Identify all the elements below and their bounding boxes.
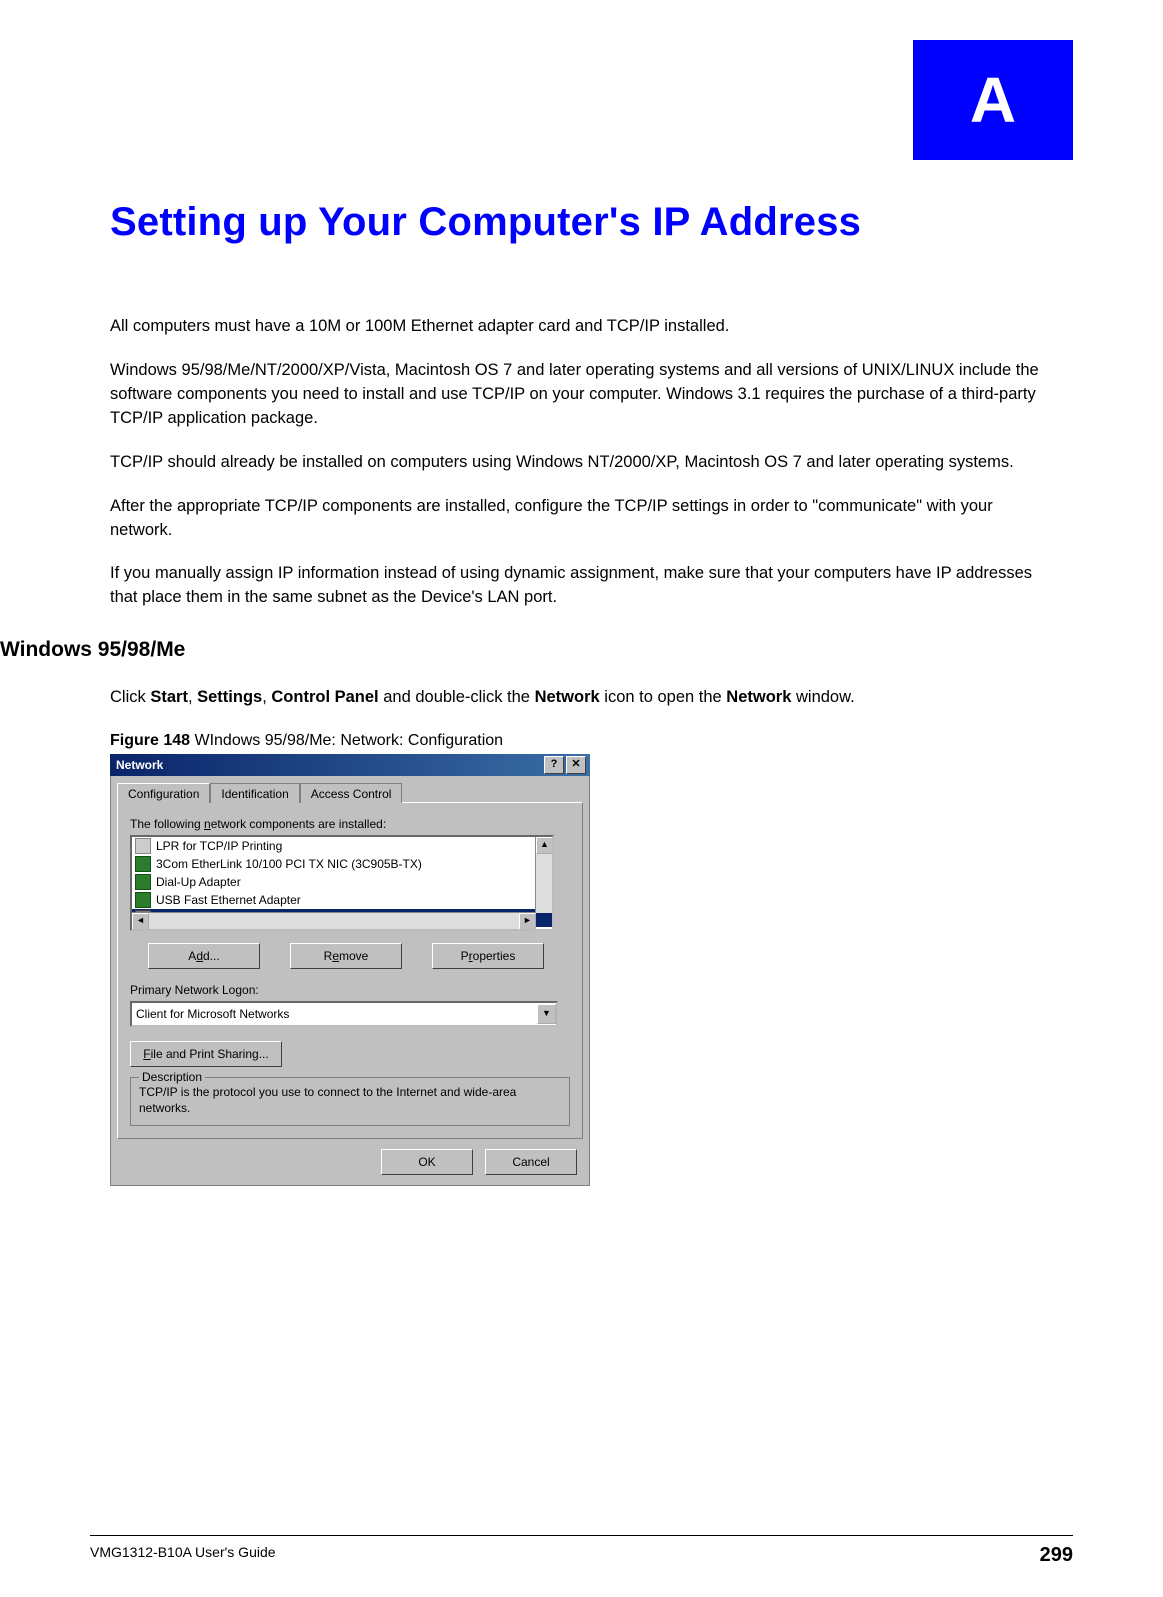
vertical-scrollbar[interactable]: ▲ xyxy=(535,837,552,913)
dropdown-value: Client for Microsoft Networks xyxy=(136,1007,289,1021)
properties-button[interactable]: Properties xyxy=(432,943,544,969)
paragraph-1: All computers must have a 10M or 100M Et… xyxy=(110,315,1053,339)
scroll-up-button[interactable]: ▲ xyxy=(536,837,553,854)
printer-service-icon xyxy=(135,838,151,854)
section-heading: Windows 95/98/Me xyxy=(0,638,1053,662)
tab-access-control[interactable]: Access Control xyxy=(300,783,403,803)
dialog-body: Configuration Identification Access Cont… xyxy=(110,776,590,1185)
text: operties xyxy=(473,949,516,963)
tab-identification[interactable]: Identification xyxy=(210,783,299,803)
text: The following xyxy=(130,817,204,831)
text: P xyxy=(461,949,469,963)
cancel-button[interactable]: Cancel xyxy=(485,1149,577,1175)
network-adapter-icon xyxy=(135,856,151,872)
bold-start: Start xyxy=(150,688,188,706)
text: d... xyxy=(203,949,220,963)
figure-caption: Figure 148 WIndows 95/98/Me: Network: Co… xyxy=(110,732,1053,750)
network-dialog: Network ? ✕ Configuration Identification… xyxy=(110,754,590,1185)
text: Click xyxy=(110,688,150,706)
configuration-panel: The following network components are ins… xyxy=(117,802,583,1138)
list-item[interactable]: USB Fast Ethernet Adapter xyxy=(132,891,552,909)
close-button[interactable]: ✕ xyxy=(566,756,586,774)
body-text: All computers must have a 10M or 100M Et… xyxy=(110,315,1053,610)
text: icon to open the xyxy=(600,688,727,706)
text: R xyxy=(324,949,333,963)
description-group: Description TCP/IP is the protocol you u… xyxy=(130,1077,570,1125)
installed-components-label: The following network components are ins… xyxy=(130,817,570,831)
add-button[interactable]: Add... xyxy=(148,943,260,969)
text: window. xyxy=(791,688,854,706)
appendix-letter: A xyxy=(970,63,1016,137)
tab-strip: Configuration Identification Access Cont… xyxy=(117,782,583,803)
text: , xyxy=(188,688,197,706)
click-instruction: Click Start, Settings, Control Panel and… xyxy=(110,686,1053,710)
figure-title: WIndows 95/98/Me: Network: Configuration xyxy=(190,732,503,749)
list-item-label: LPR for TCP/IP Printing xyxy=(156,839,282,853)
bold-network-window: Network xyxy=(726,688,791,706)
scroll-right-button[interactable]: ► xyxy=(519,913,536,930)
text: ile and Print Sharing... xyxy=(151,1047,269,1061)
figure-number: Figure 148 xyxy=(110,732,190,749)
remove-button[interactable]: Remove xyxy=(290,943,402,969)
text: move xyxy=(339,949,368,963)
network-adapter-icon xyxy=(135,874,151,890)
text: etwork components are installed: xyxy=(211,817,386,831)
paragraph-4: After the appropriate TCP/IP components … xyxy=(110,495,1053,543)
list-item[interactable]: 3Com EtherLink 10/100 PCI TX NIC (3C905B… xyxy=(132,855,552,873)
list-item[interactable]: Dial-Up Adapter xyxy=(132,873,552,891)
chevron-down-icon[interactable]: ▼ xyxy=(537,1004,556,1024)
primary-logon-dropdown[interactable]: Client for Microsoft Networks ▼ xyxy=(130,1001,558,1027)
primary-logon-label: Primary Network Logon: xyxy=(130,983,570,997)
page-footer: VMG1312-B10A User's Guide 299 xyxy=(90,1535,1073,1567)
hotkey: n xyxy=(204,817,211,831)
scroll-left-button[interactable]: ◄ xyxy=(132,913,149,930)
ok-button[interactable]: OK xyxy=(381,1149,473,1175)
bold-control-panel: Control Panel xyxy=(271,688,378,706)
page-number: 299 xyxy=(1040,1544,1073,1567)
horizontal-scrollbar[interactable]: ◄► xyxy=(132,912,536,929)
dialog-titlebar[interactable]: Network ? ✕ xyxy=(110,754,590,776)
paragraph-3: TCP/IP should already be installed on co… xyxy=(110,451,1053,475)
page-title: Setting up Your Computer's IP Address xyxy=(110,200,1053,245)
file-print-sharing-button[interactable]: File and Print Sharing... xyxy=(130,1041,282,1067)
description-legend: Description xyxy=(139,1070,205,1084)
tab-configuration[interactable]: Configuration xyxy=(117,783,210,803)
description-text: TCP/IP is the protocol you use to connec… xyxy=(139,1084,561,1116)
list-item-label: Dial-Up Adapter xyxy=(156,875,241,889)
list-item-label: USB Fast Ethernet Adapter xyxy=(156,893,301,907)
footer-guide-name: VMG1312-B10A User's Guide xyxy=(90,1544,276,1567)
bold-settings: Settings xyxy=(197,688,262,706)
hotkey: e xyxy=(332,949,339,963)
hotkey: F xyxy=(143,1047,150,1061)
paragraph-2: Windows 95/98/Me/NT/2000/XP/Vista, Macin… xyxy=(110,359,1053,431)
bold-network-icon: Network xyxy=(535,688,600,706)
list-item[interactable]: LPR for TCP/IP Printing xyxy=(132,837,552,855)
text: and double-click the xyxy=(379,688,535,706)
paragraph-5: If you manually assign IP information in… xyxy=(110,562,1053,610)
components-listbox[interactable]: LPR for TCP/IP Printing 3Com EtherLink 1… xyxy=(130,835,554,931)
text: , xyxy=(262,688,271,706)
list-item-label: 3Com EtherLink 10/100 PCI TX NIC (3C905B… xyxy=(156,857,422,871)
hotkey: d xyxy=(196,949,203,963)
network-adapter-icon xyxy=(135,892,151,908)
help-button[interactable]: ? xyxy=(544,756,564,774)
dialog-title: Network xyxy=(116,758,163,772)
appendix-tab: A xyxy=(913,40,1073,160)
